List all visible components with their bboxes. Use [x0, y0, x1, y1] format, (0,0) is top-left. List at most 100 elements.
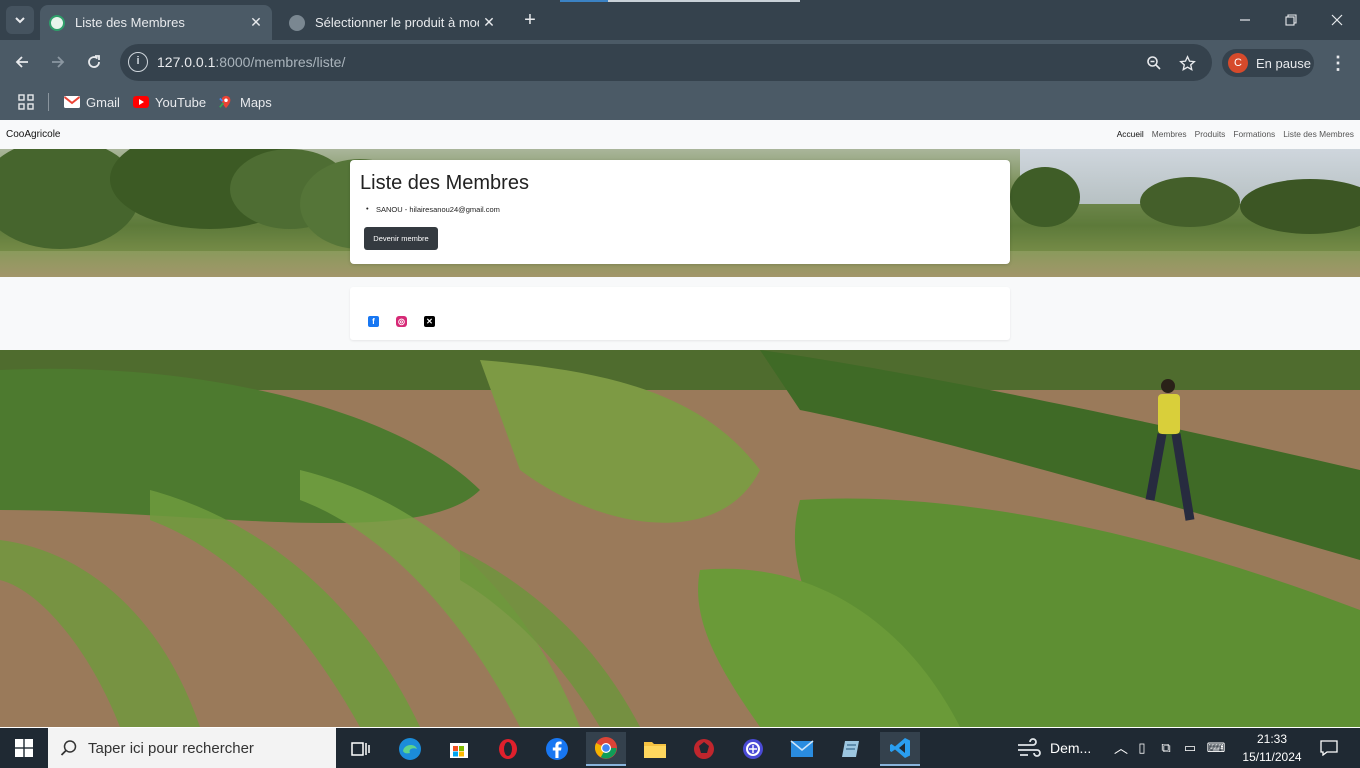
notification-button[interactable] — [1318, 728, 1340, 768]
mail-icon — [790, 740, 814, 757]
apps-button[interactable] — [18, 92, 34, 112]
url-host: 127.0.0.1 — [157, 54, 216, 70]
field-background-image — [0, 350, 1360, 727]
device-icon[interactable]: ▯ — [1130, 740, 1154, 756]
vscode-icon — [890, 738, 910, 758]
file-explorer-app[interactable] — [635, 732, 675, 766]
facebook-app-icon — [546, 738, 568, 760]
chrome-app[interactable] — [586, 732, 626, 766]
opera-app[interactable] — [488, 732, 528, 766]
site-nav-links: Accueil Membres Produits Formations List… — [1117, 129, 1354, 139]
notification-icon — [1320, 740, 1338, 756]
site-info-icon[interactable]: i — [128, 52, 148, 72]
start-button[interactable] — [0, 728, 48, 768]
profile-label: En pause — [1256, 55, 1311, 71]
nav-link-liste-membres[interactable]: Liste des Membres — [1283, 129, 1354, 139]
site-brand[interactable]: CooAgricole — [6, 129, 60, 140]
url-text[interactable]: 127.0.0.1:8000/membres/liste/ — [157, 54, 345, 70]
chevron-down-icon — [15, 17, 25, 24]
members-card: Liste des Membres SANOU - hilairesanou24… — [350, 160, 1010, 264]
tab-title: Sélectionner le produit à modifier — [315, 15, 479, 30]
taskbar-search-input[interactable]: Taper ici pour rechercher — [48, 728, 336, 768]
gear-icon — [743, 739, 763, 759]
notes-app[interactable] — [831, 732, 871, 766]
search-icon — [60, 740, 77, 756]
nav-link-formations[interactable]: Formations — [1233, 129, 1275, 139]
clock-date: 15/11/2024 — [1242, 750, 1302, 764]
facebook-icon[interactable]: f — [368, 316, 379, 327]
arrow-left-icon — [15, 56, 28, 68]
mail-app[interactable] — [782, 732, 822, 766]
wind-icon — [1018, 738, 1041, 757]
nav-link-membres[interactable]: Membres — [1152, 129, 1187, 139]
edge-app[interactable] — [390, 732, 430, 766]
folder-icon — [644, 742, 666, 758]
bookmark-star-icon[interactable] — [1177, 53, 1197, 73]
forward-button[interactable] — [44, 48, 72, 76]
tab-title: Liste des Membres — [75, 15, 185, 30]
social-section: f ◎ ✕ — [0, 277, 1360, 350]
arrow-right-icon — [52, 56, 65, 68]
close-tab-icon[interactable]: ✕ — [479, 14, 499, 31]
address-bar[interactable]: i 127.0.0.1:8000/membres/liste/ — [120, 44, 1212, 81]
edge-icon — [399, 738, 421, 760]
zoom-icon[interactable] — [1144, 53, 1164, 73]
task-view-icon — [351, 742, 370, 756]
bookmark-label: YouTube — [155, 94, 207, 110]
profile-button[interactable]: C En pause — [1222, 49, 1314, 77]
browser-tab-strip: Liste des Membres ✕ Sélectionner le prod… — [0, 0, 1360, 40]
bluetooth-app[interactable] — [733, 732, 773, 766]
meet-icon[interactable]: ⧉ — [1154, 740, 1178, 756]
facebook-app[interactable] — [537, 732, 577, 766]
restore-icon — [1285, 14, 1297, 26]
close-tab-icon[interactable]: ✕ — [246, 14, 266, 31]
back-button[interactable] — [8, 48, 36, 76]
book-icon — [842, 741, 859, 757]
vscode-app[interactable] — [880, 732, 920, 766]
nav-link-produits[interactable]: Produits — [1195, 129, 1226, 139]
tab-search-button[interactable] — [6, 6, 34, 34]
restore-button[interactable] — [1268, 0, 1314, 40]
search-placeholder: Taper ici pour rechercher — [88, 739, 254, 757]
task-view-button[interactable] — [340, 732, 380, 766]
page-title: Liste des Membres — [360, 172, 529, 194]
reload-button[interactable] — [80, 48, 108, 76]
close-icon — [1331, 14, 1343, 26]
instagram-icon[interactable]: ◎ — [396, 316, 407, 327]
join-button[interactable]: Devenir membre — [364, 227, 438, 250]
social-card: f ◎ ✕ — [350, 287, 1010, 340]
globe-icon — [289, 14, 305, 31]
nav-link-accueil[interactable]: Accueil — [1117, 129, 1144, 139]
browser-menu-button[interactable]: ⋮ — [1326, 49, 1350, 77]
close-window-button[interactable] — [1314, 0, 1360, 40]
tab-liste-des-membres[interactable]: Liste des Membres ✕ — [40, 5, 272, 40]
new-tab-button[interactable]: + — [518, 8, 542, 32]
weather-widget[interactable]: Dem... — [1016, 728, 1091, 768]
x-icon[interactable]: ✕ — [424, 316, 435, 327]
bookmark-youtube[interactable]: YouTube — [133, 92, 206, 112]
store-app[interactable] — [439, 732, 479, 766]
keyboard-icon[interactable]: ⌨ — [1202, 740, 1230, 756]
bookmark-label: Gmail — [86, 94, 120, 110]
shield-icon — [694, 739, 714, 759]
chrome-icon — [594, 737, 617, 759]
reload-icon — [88, 55, 100, 68]
url-path: :8000/membres/liste/ — [215, 54, 346, 70]
windows-taskbar: Taper ici pour rechercher Dem... ︿ ▯ ⧉ ▭… — [0, 728, 1360, 768]
tab-selectionner-produit[interactable]: Sélectionner le produit à modifier ✕ — [280, 5, 505, 40]
chevron-up-icon[interactable]: ︿ — [1112, 738, 1130, 758]
security-app[interactable] — [684, 732, 724, 766]
page-viewport: CooAgricole Accueil Membres Produits For… — [0, 120, 1360, 727]
bookmarks-bar: Gmail YouTube Maps — [0, 85, 1360, 120]
bookmark-gmail[interactable]: Gmail — [64, 92, 120, 112]
browser-toolbar: i 127.0.0.1:8000/membres/liste/ C En pau… — [0, 40, 1360, 85]
youtube-icon — [133, 96, 149, 108]
bookmark-maps[interactable]: Maps — [218, 92, 272, 112]
battery-icon[interactable]: ▭ — [1178, 740, 1202, 756]
member-list-item: SANOU - hilairesanou24@gmail.com — [366, 204, 500, 214]
site-navbar: CooAgricole Accueil Membres Produits For… — [0, 120, 1360, 149]
gmail-icon — [64, 96, 80, 108]
minimize-button[interactable] — [1222, 0, 1268, 40]
taskbar-clock[interactable]: 21:33 15/11/2024 — [1236, 730, 1308, 766]
site-favicon-icon — [49, 14, 65, 31]
